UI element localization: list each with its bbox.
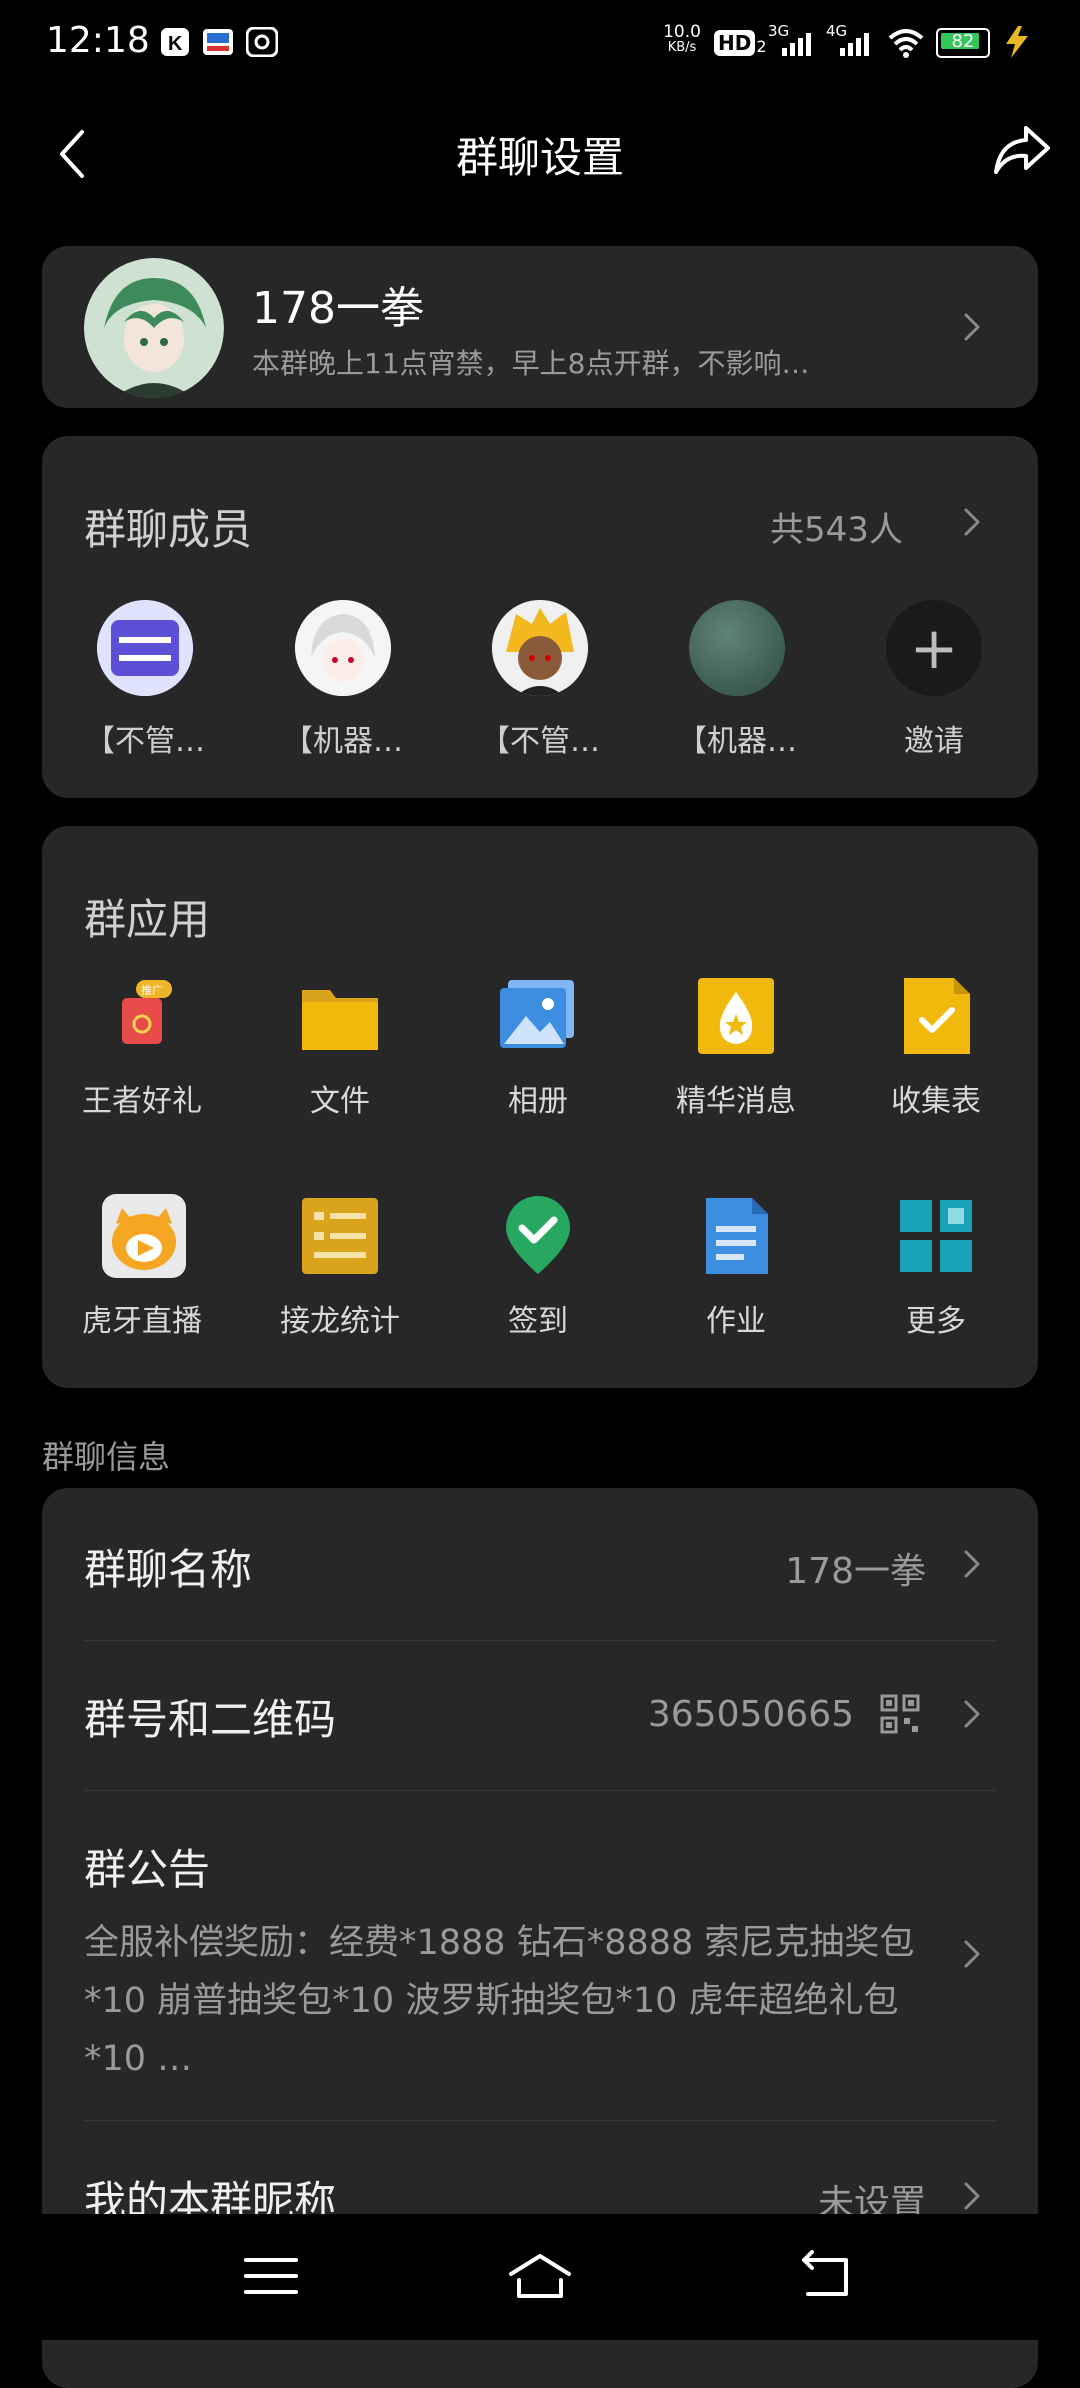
homework-icon — [696, 1196, 776, 1276]
chevron-right-icon — [958, 1694, 984, 1734]
huya-live-icon — [102, 1194, 186, 1278]
app-label: 王者好礼 — [82, 1084, 202, 1119]
signal-3g: 3G — [768, 22, 816, 58]
status-time: 12:18 — [46, 20, 150, 61]
share-button[interactable] — [990, 118, 1054, 182]
net-speed-value: 10.0 — [663, 22, 701, 42]
app-check-in[interactable]: 签到 — [448, 1196, 628, 1356]
group-number-label: 群号和二维码 — [84, 1695, 337, 1744]
group-number-value: 365050665 — [647, 1694, 854, 1735]
chevron-right-icon — [958, 502, 984, 542]
app-collection-form[interactable]: 收集表 — [846, 976, 1026, 1136]
folder-icon — [300, 976, 380, 1056]
info-section-title: 群聊信息 — [42, 1438, 171, 1476]
app-more[interactable]: 更多 — [846, 1196, 1026, 1356]
status-bar: 12:18 K 10.0 KB/s HD 2 3G 4G 82 — [0, 0, 1080, 84]
home-icon — [509, 2254, 571, 2298]
share-icon — [994, 126, 1050, 174]
group-notice-label: 群公告 — [84, 1845, 211, 1894]
signal-bars-icon — [782, 33, 811, 56]
charging-icon — [1000, 24, 1034, 60]
chevron-right-icon — [958, 2176, 984, 2216]
net-speed-unit: KB/s — [667, 40, 697, 55]
battery-level: 82 — [951, 31, 975, 52]
check-in-icon — [498, 1196, 578, 1276]
wifi-icon — [886, 24, 926, 60]
page-title: 群聊设置 — [455, 133, 624, 182]
member-avatar[interactable] — [689, 600, 785, 696]
group-avatar — [84, 258, 224, 398]
hd-indicator: HD 2 — [714, 26, 767, 56]
member-name: 【不管… — [480, 724, 600, 759]
app-wangzhe-gift[interactable]: 推广 王者好礼 — [52, 976, 232, 1136]
app-label: 作业 — [706, 1304, 766, 1339]
news-app-icon — [202, 26, 234, 58]
app-label: 收集表 — [891, 1084, 981, 1119]
signal-bars-icon — [840, 33, 869, 56]
signal-4g: 4G — [826, 22, 874, 58]
member-name: 【不管… — [85, 724, 205, 759]
app-label: 精华消息 — [676, 1084, 796, 1119]
back-nav-icon — [802, 2250, 848, 2296]
chevron-right-icon — [958, 307, 984, 347]
home-button[interactable] — [505, 2246, 575, 2306]
app-label: 接龙统计 — [280, 1304, 400, 1339]
qr-code-icon[interactable] — [880, 1694, 920, 1734]
group-description: 本群晚上11点宵禁，早上8点开群，不影响… — [252, 347, 810, 380]
invite-button[interactable]: + — [886, 600, 982, 696]
form-icon — [896, 976, 976, 1056]
hd-label: HD — [714, 30, 756, 56]
app-files[interactable]: 文件 — [250, 976, 430, 1136]
member-name: 【机器… — [283, 724, 403, 759]
app-label: 签到 — [508, 1304, 568, 1339]
photo-album-icon — [498, 976, 578, 1056]
gallery-app-icon — [246, 26, 278, 58]
plus-icon: + — [909, 614, 959, 682]
chevron-right-icon — [958, 1934, 984, 1974]
member-name: 【机器… — [677, 724, 797, 759]
group-name: 178一拳 — [252, 283, 424, 334]
apps-title: 群应用 — [84, 895, 211, 944]
app-label: 文件 — [310, 1084, 370, 1119]
app-homework[interactable]: 作业 — [646, 1196, 826, 1356]
app-list-stats[interactable]: 接龙统计 — [250, 1196, 430, 1356]
svg-text:K: K — [168, 33, 183, 55]
net-speed: 10.0 KB/s — [660, 24, 704, 56]
game-logo-icon — [97, 600, 193, 696]
member-avatar[interactable] — [97, 600, 193, 696]
promo-badge: 推广 — [141, 983, 163, 997]
menu-button[interactable] — [236, 2246, 306, 2306]
app-huya-live[interactable]: 虎牙直播 — [52, 1194, 232, 1356]
anime-girl-icon — [295, 600, 391, 696]
member-count[interactable]: 共543人 — [770, 502, 903, 551]
more-grid-icon — [896, 1196, 976, 1276]
member-avatar[interactable] — [295, 600, 391, 696]
app-photo-album[interactable]: 相册 — [448, 976, 628, 1136]
menu-icon — [244, 2258, 298, 2294]
app-label: 相册 — [508, 1084, 568, 1119]
chevron-right-icon — [958, 1544, 984, 1584]
group-name-value: 178一拳 — [785, 1551, 926, 1592]
app-essence-messages[interactable]: 精华消息 — [646, 976, 826, 1136]
hd-sub: 2 — [756, 37, 767, 56]
list-stats-icon — [300, 1196, 380, 1276]
k-app-icon: K — [160, 26, 190, 58]
group-name-label: 群聊名称 — [84, 1545, 253, 1594]
anime-avatar-icon — [84, 258, 224, 398]
group-notice-text: 全服补偿奖励：经费*1888 钻石*8888 索尼克抽奖包*10 崩普抽奖包*1… — [84, 1923, 915, 2079]
member-avatar[interactable] — [492, 600, 588, 696]
essence-icon — [696, 976, 776, 1056]
back-nav-button[interactable] — [790, 2246, 860, 2306]
members-title[interactable]: 群聊成员 — [84, 496, 252, 557]
gift-icon: 推广 — [102, 976, 182, 1056]
invite-label[interactable]: 邀请 — [854, 716, 1014, 760]
app-label: 虎牙直播 — [82, 1304, 202, 1339]
battery-indicator: 82 — [936, 28, 990, 58]
anime-boy-icon — [492, 600, 588, 696]
app-label: 更多 — [906, 1304, 966, 1339]
